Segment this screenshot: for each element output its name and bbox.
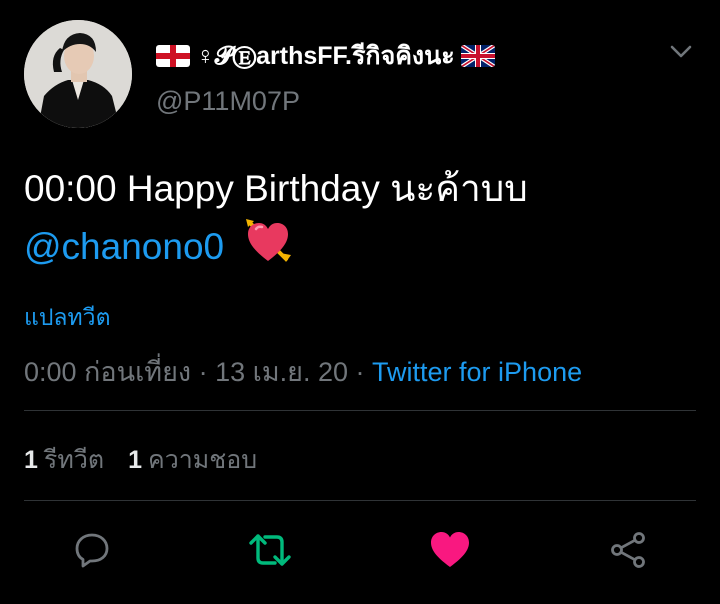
likes-count: 1 bbox=[128, 446, 142, 474]
reply-button[interactable] bbox=[70, 528, 114, 572]
like-button[interactable] bbox=[428, 528, 472, 572]
tweet-time: 0:00 ก่อนเที่ยง bbox=[24, 357, 192, 387]
uk-flag-icon bbox=[460, 45, 495, 67]
display-name[interactable]: ♀𝓟ⒺarthsFF.รีกิจคิงนะ bbox=[156, 36, 495, 76]
tweet-actions-bar bbox=[0, 520, 720, 580]
chevron-down-icon[interactable] bbox=[668, 38, 694, 64]
mention-link[interactable]: @chanono0 bbox=[24, 226, 224, 267]
display-name-text: ♀𝓟ⒺarthsFF.รีกิจคิงนะ bbox=[196, 42, 455, 70]
retweets-stat[interactable]: 1 รีทวีต bbox=[24, 446, 104, 474]
tweet-metadata: 0:00 ก่อนเที่ยง · 13 เม.ย. 20 · Twitter … bbox=[24, 350, 582, 393]
england-flag-icon bbox=[156, 45, 190, 67]
retweet-icon bbox=[249, 534, 291, 566]
heart-with-arrow-icon bbox=[242, 217, 294, 265]
avatar-photo bbox=[24, 20, 132, 128]
comment-icon bbox=[75, 533, 109, 568]
retweet-button[interactable] bbox=[248, 528, 292, 572]
tweet-text: 00:00 Happy Birthday นะค้าบบ @chanono0 bbox=[24, 160, 696, 275]
user-handle[interactable]: @P11M07P bbox=[156, 86, 300, 117]
tweet-header: ♀𝓟ⒺarthsFF.รีกิจคิงนะ @P11M07P bbox=[24, 20, 696, 132]
translate-tweet-link[interactable]: แปลทวีต bbox=[24, 300, 111, 336]
retweets-count: 1 bbox=[24, 446, 38, 474]
likes-stat[interactable]: 1 ความชอบ bbox=[128, 446, 257, 474]
tweet-stats: 1 รีทวีต 1 ความชอบ bbox=[24, 440, 257, 480]
retweets-label: รีทวีต bbox=[43, 446, 105, 474]
avatar[interactable] bbox=[24, 20, 132, 128]
tweet-source-link[interactable]: Twitter for iPhone bbox=[372, 357, 582, 387]
tweet-date: 13 เม.ย. 20 bbox=[215, 357, 349, 387]
share-icon bbox=[611, 532, 645, 568]
meta-separator: · bbox=[191, 357, 216, 387]
share-button[interactable] bbox=[606, 528, 650, 572]
meta-separator: · bbox=[348, 357, 373, 387]
divider bbox=[24, 410, 696, 411]
divider bbox=[24, 500, 696, 501]
likes-label: ความชอบ bbox=[148, 446, 258, 474]
tweet-text-line: 00:00 Happy Birthday นะค้าบบ bbox=[24, 168, 528, 209]
heart-icon bbox=[431, 532, 469, 567]
